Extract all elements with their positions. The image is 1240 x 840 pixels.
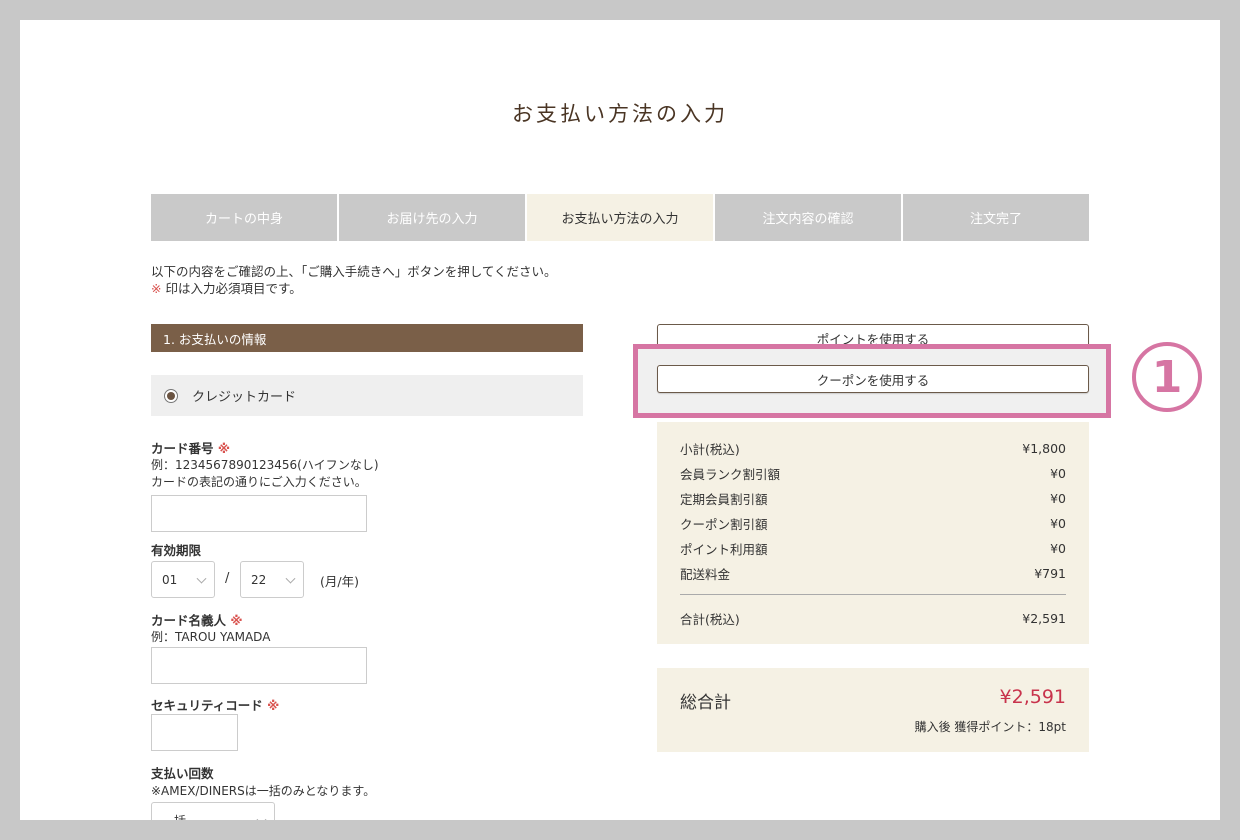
chevron-down-icon (285, 573, 296, 584)
required-mark: ※ (151, 281, 162, 296)
earned-points: 購入後 獲得ポイント：18pt (914, 720, 1066, 734)
card-number-help: 例：1234567890123456(ハイフンなし) カードの表記の通りにご入力… (151, 457, 379, 491)
expiry-separator: / (225, 571, 230, 586)
radio-selected-dot (167, 391, 175, 400)
card-number-input[interactable] (151, 495, 367, 532)
intro-line2: 印は入力必須項目です。 (165, 281, 302, 296)
credit-card-label: クレジットカード (192, 390, 297, 405)
expiry-format-hint: (月/年) (320, 574, 359, 589)
card-holder-example: 例：TAROU YAMADA (151, 630, 271, 644)
card-holder-label: カード名義人 ※ (151, 613, 243, 628)
step-shipping: お届け先の入力 (339, 194, 525, 241)
card-number-note: カードの表記の通りにご入力ください。 (151, 475, 367, 489)
intro-text: 以下の内容をご確認の上、「ご購入手続きへ」ボタンを押してください。 ※ 印は入力… (151, 263, 557, 297)
summary-row: ポイント利用額 ¥0 (680, 541, 1066, 557)
step-payment: お支払い方法の入力 (527, 194, 713, 241)
installments-label: 支払い回数 (151, 766, 214, 781)
grand-total-label: 総合計 (680, 693, 731, 713)
page-title: お支払い方法の入力 (512, 102, 728, 126)
radio-button[interactable] (164, 388, 178, 403)
installments-select[interactable]: 一括 (151, 802, 275, 820)
summary-row: クーポン割引額 ¥0 (680, 516, 1066, 532)
intro-line1: 以下の内容をご確認の上、「ご購入手続きへ」ボタンを押してください。 (151, 264, 557, 279)
card-number-label: カード番号 ※ (151, 441, 231, 456)
chevron-down-icon (256, 814, 267, 820)
annotation-number-badge: 1 (1132, 342, 1202, 412)
card-holder-input[interactable] (151, 647, 367, 684)
summary-row: 小計(税込) ¥1,800 (680, 441, 1066, 457)
summary-row: 定期会員割引額 ¥0 (680, 491, 1066, 507)
grand-total-box: 総合計 ¥2,591 購入後 獲得ポイント：18pt (657, 668, 1089, 752)
expiry-month-select[interactable]: 01 (151, 561, 215, 598)
security-code-label: セキュリティコード ※ (151, 698, 280, 713)
summary-row: 配送料金 ¥791 (680, 566, 1066, 582)
grand-total-value: ¥2,591 (999, 686, 1066, 708)
step-cart: カートの中身 (151, 194, 337, 241)
summary-row: 会員ランク割引額 ¥0 (680, 466, 1066, 482)
checkout-steps: カートの中身 お届け先の入力 お支払い方法の入力 注文内容の確認 注文完了 (151, 194, 1089, 241)
credit-card-option[interactable]: クレジットカード (151, 375, 583, 416)
chevron-down-icon (196, 573, 207, 584)
page: お支払い方法の入力 カートの中身 お届け先の入力 お支払い方法の入力 注文内容の… (20, 20, 1220, 820)
step-complete: 注文完了 (903, 194, 1089, 241)
summary-divider (680, 594, 1066, 595)
use-coupon-button[interactable]: クーポンを使用する (657, 365, 1089, 393)
payment-section-header: 1. お支払いの情報 (151, 324, 583, 352)
expiry-year-select[interactable]: 22 (240, 561, 304, 598)
step-confirm: 注文内容の確認 (715, 194, 901, 241)
order-summary: 小計(税込) ¥1,800 会員ランク割引額 ¥0 定期会員割引額 ¥0 クーポン割引… (657, 422, 1089, 644)
security-code-input[interactable] (151, 714, 238, 751)
summary-total-row: 合計(税込) ¥2,591 (680, 611, 1066, 627)
card-number-example: 例：1234567890123456(ハイフンなし) (151, 458, 379, 472)
expiry-label: 有効期限 (151, 543, 202, 558)
installments-note: ※AMEX/DINERSは一括のみとなります。 (151, 784, 376, 798)
